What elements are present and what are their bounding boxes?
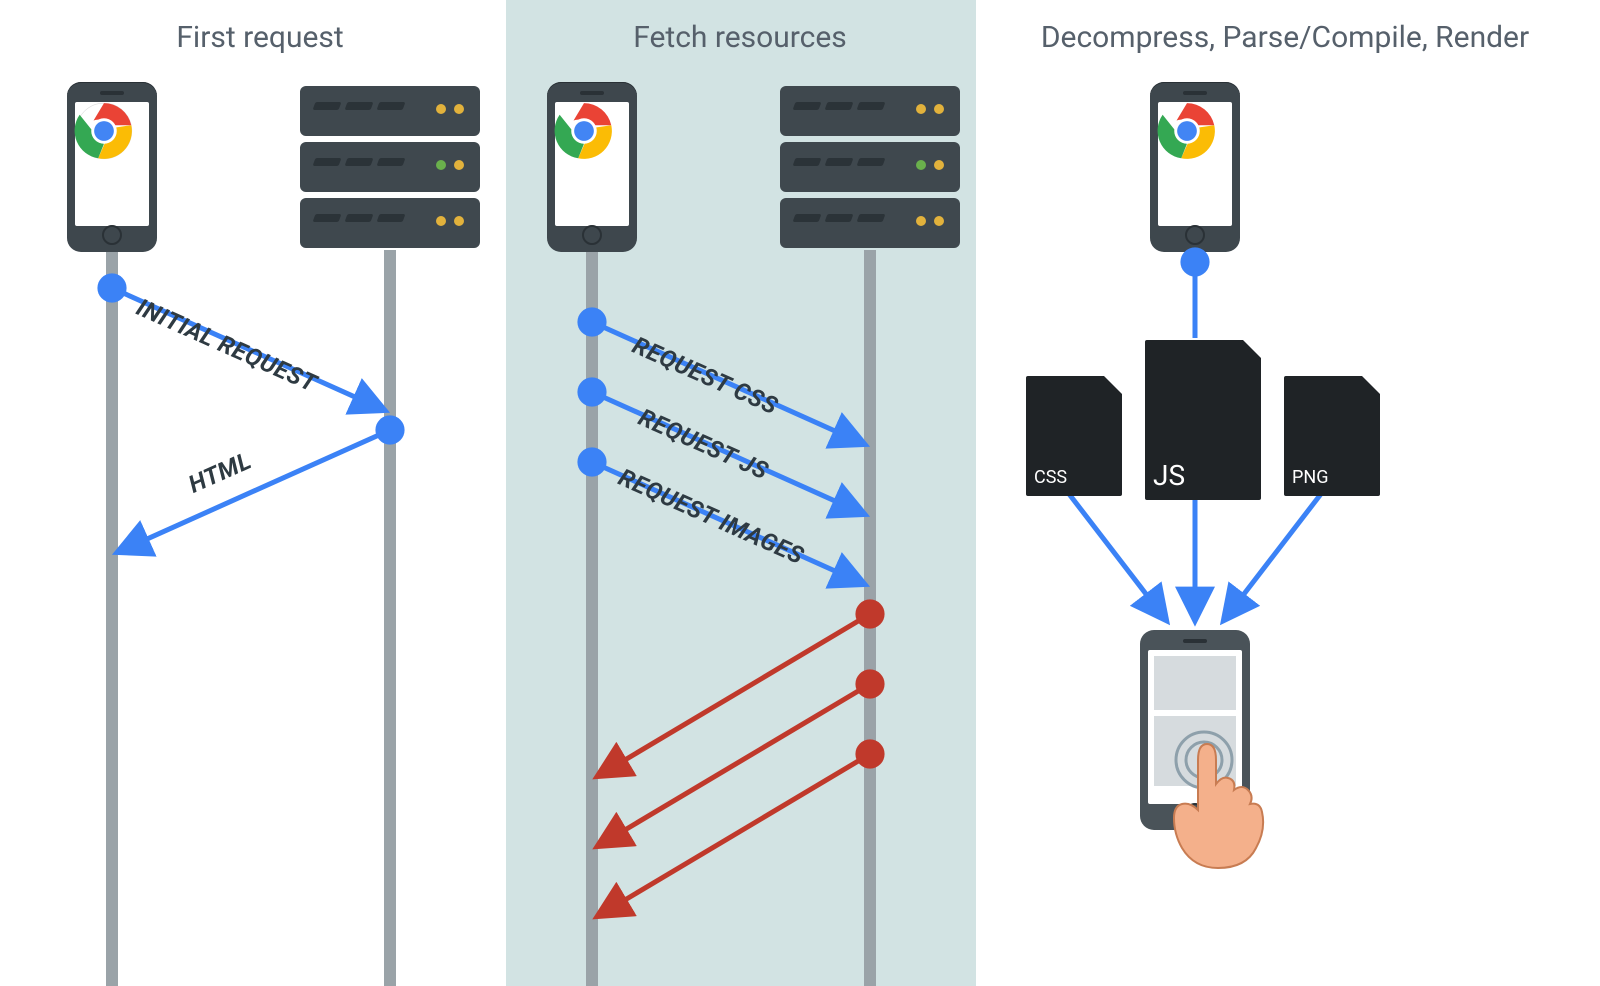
file-label: JS <box>1153 459 1185 492</box>
arrow-html-response <box>118 430 390 552</box>
file-css: CSS <box>1026 376 1122 496</box>
file-label: CSS <box>1034 467 1067 488</box>
file-js: JS <box>1145 340 1261 500</box>
arrow-response-3 <box>598 754 870 916</box>
arrow-png-to-phone <box>1224 490 1324 620</box>
arrow-response-2 <box>598 684 870 846</box>
file-label: PNG <box>1292 467 1328 488</box>
arrow-css-to-phone <box>1066 490 1166 620</box>
file-png: PNG <box>1284 376 1380 496</box>
touch-hand-icon <box>1168 730 1288 880</box>
arrow-response-1 <box>598 614 870 776</box>
